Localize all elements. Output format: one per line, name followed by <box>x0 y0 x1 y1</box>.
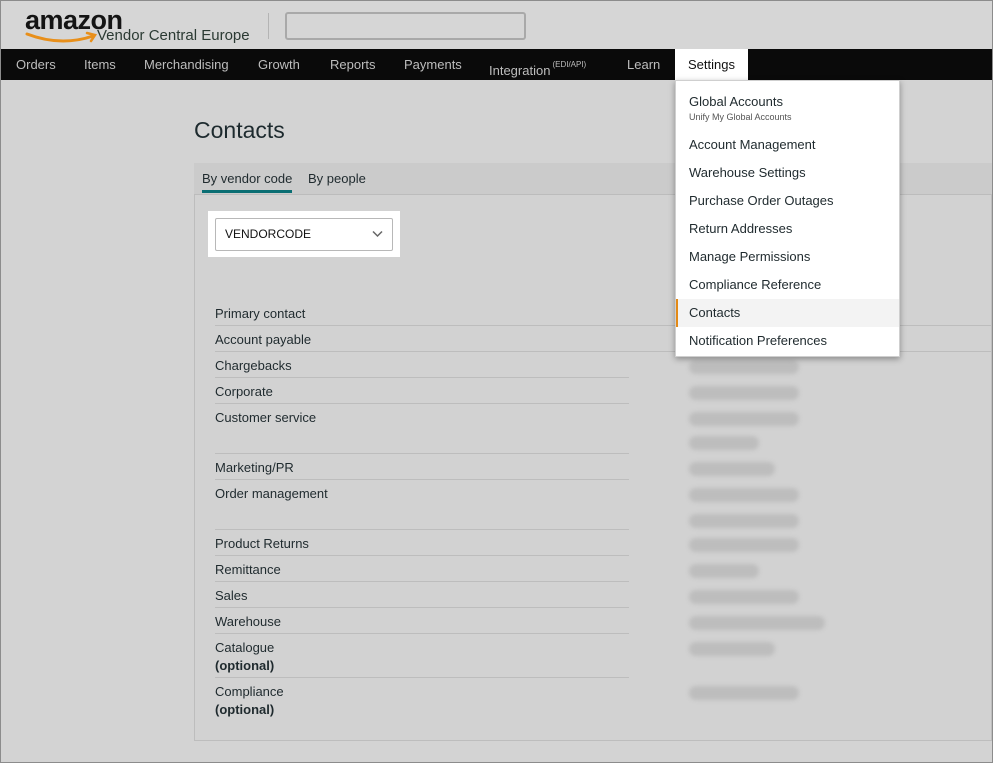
menu-item-account-management[interactable]: Account Management <box>676 131 899 159</box>
contact-label: Warehouse <box>215 614 281 629</box>
nav-learn[interactable]: Learn <box>627 49 660 80</box>
redacted-contact-value <box>689 412 799 426</box>
contact-row-primary: Primary contact <box>215 305 629 323</box>
contact-label: Sales <box>215 588 248 603</box>
redacted-contact-value <box>689 436 759 450</box>
row-separator <box>215 529 629 530</box>
nav-integration[interactable]: Integration (EDI/API) <box>489 49 586 80</box>
contact-label: Corporate <box>215 384 273 399</box>
row-separator <box>215 479 629 480</box>
menu-item-purchase-order-outages[interactable]: Purchase Order Outages <box>676 187 899 215</box>
tab-by-people[interactable]: By people <box>308 171 366 186</box>
chevron-down-icon <box>372 230 383 238</box>
menu-item-global-accounts[interactable]: Global Accounts Unify My Global Accounts <box>676 81 899 125</box>
contact-row-order-management: Order management <box>215 485 629 503</box>
nav-settings[interactable]: Settings <box>675 49 748 80</box>
row-separator <box>215 377 629 378</box>
contact-row-account-payable: Account payable <box>215 331 629 349</box>
row-separator <box>215 607 629 608</box>
menu-item-warehouse-settings[interactable]: Warehouse Settings <box>676 159 899 187</box>
page-title: Contacts <box>194 117 285 143</box>
nav-reports[interactable]: Reports <box>330 49 376 80</box>
optional-note: (optional) <box>215 702 275 717</box>
contact-label: Order management <box>215 486 328 501</box>
nav-growth[interactable]: Growth <box>258 49 300 80</box>
vendor-code-value: VENDORCODE <box>225 227 312 241</box>
optional-note: (optional) <box>215 658 275 673</box>
amazon-smile-icon <box>25 31 98 43</box>
row-separator <box>215 677 629 678</box>
redacted-contact-value <box>689 686 799 700</box>
nav-merchandising[interactable]: Merchandising <box>144 49 229 80</box>
nav-items[interactable]: Items <box>84 49 116 80</box>
menu-item-compliance-reference[interactable]: Compliance Reference <box>676 271 899 299</box>
contact-label: Account payable <box>215 332 312 347</box>
contact-label: Marketing/PR <box>215 460 294 475</box>
menu-item-return-addresses[interactable]: Return Addresses <box>676 215 899 243</box>
nav-orders[interactable]: Orders <box>16 49 56 80</box>
menu-item-contacts[interactable]: Contacts <box>676 299 899 327</box>
redacted-contact-value <box>689 538 799 552</box>
top-header: amazon Vendor Central Europe <box>1 1 992 49</box>
amazon-vendor-central-logo[interactable]: amazon Vendor Central Europe <box>23 5 263 45</box>
redacted-contact-value <box>689 488 799 502</box>
contact-row-product-returns: Product Returns <box>215 535 629 553</box>
contact-label: Remittance <box>215 562 281 577</box>
contact-row-catalogue: Catalogue (optional) <box>215 639 629 675</box>
contact-row-compliance: Compliance (optional) <box>215 683 629 719</box>
contact-row-remittance: Remittance <box>215 561 629 579</box>
redacted-contact-value <box>689 616 825 630</box>
redacted-contact-value <box>689 564 759 578</box>
redacted-contact-value <box>689 514 799 528</box>
redacted-contact-value <box>689 462 775 476</box>
contact-row-warehouse: Warehouse <box>215 613 629 631</box>
contact-label: Catalogue <box>215 640 275 655</box>
row-separator <box>215 453 629 454</box>
header-divider <box>268 13 269 39</box>
redacted-contact-value <box>689 642 775 656</box>
search-input[interactable] <box>285 12 526 40</box>
menu-item-manage-permissions[interactable]: Manage Permissions <box>676 243 899 271</box>
contact-row-sales: Sales <box>215 587 629 605</box>
contact-row-marketing: Marketing/PR <box>215 459 629 477</box>
contact-row-customer-service: Customer service <box>215 409 629 427</box>
redacted-contact-value <box>689 386 799 400</box>
redacted-contact-value <box>689 590 799 604</box>
contact-row-corporate: Corporate <box>215 383 629 401</box>
redacted-contact-value <box>689 360 799 374</box>
contact-row-chargebacks: Chargebacks <box>215 357 629 375</box>
settings-dropdown-menu: Global Accounts Unify My Global Accounts… <box>675 80 900 357</box>
nav-payments[interactable]: Payments <box>404 49 462 80</box>
row-separator <box>215 403 629 404</box>
row-separator <box>215 581 629 582</box>
nav-integration-sup: (EDI/API) <box>552 60 587 69</box>
logo-subtitle: Vendor Central Europe <box>97 27 250 44</box>
vendor-code-select[interactable]: VENDORCODE <box>215 218 393 251</box>
row-separator <box>215 633 629 634</box>
contact-label: Customer service <box>215 410 317 425</box>
menu-item-sublabel: Unify My Global Accounts <box>689 112 792 122</box>
main-navigation: Orders Items Merchandising Growth Report… <box>1 49 992 80</box>
contact-label: Product Returns <box>215 536 309 551</box>
contact-label: Compliance <box>215 684 284 699</box>
menu-item-label: Global Accounts <box>689 94 783 109</box>
contact-label: Primary contact <box>215 306 306 321</box>
contact-label: Chargebacks <box>215 358 292 373</box>
row-separator <box>215 555 629 556</box>
menu-item-notification-preferences[interactable]: Notification Preferences <box>676 327 899 355</box>
tab-by-vendor-code[interactable]: By vendor code <box>202 171 293 193</box>
nav-integration-label: Integration <box>489 63 551 78</box>
